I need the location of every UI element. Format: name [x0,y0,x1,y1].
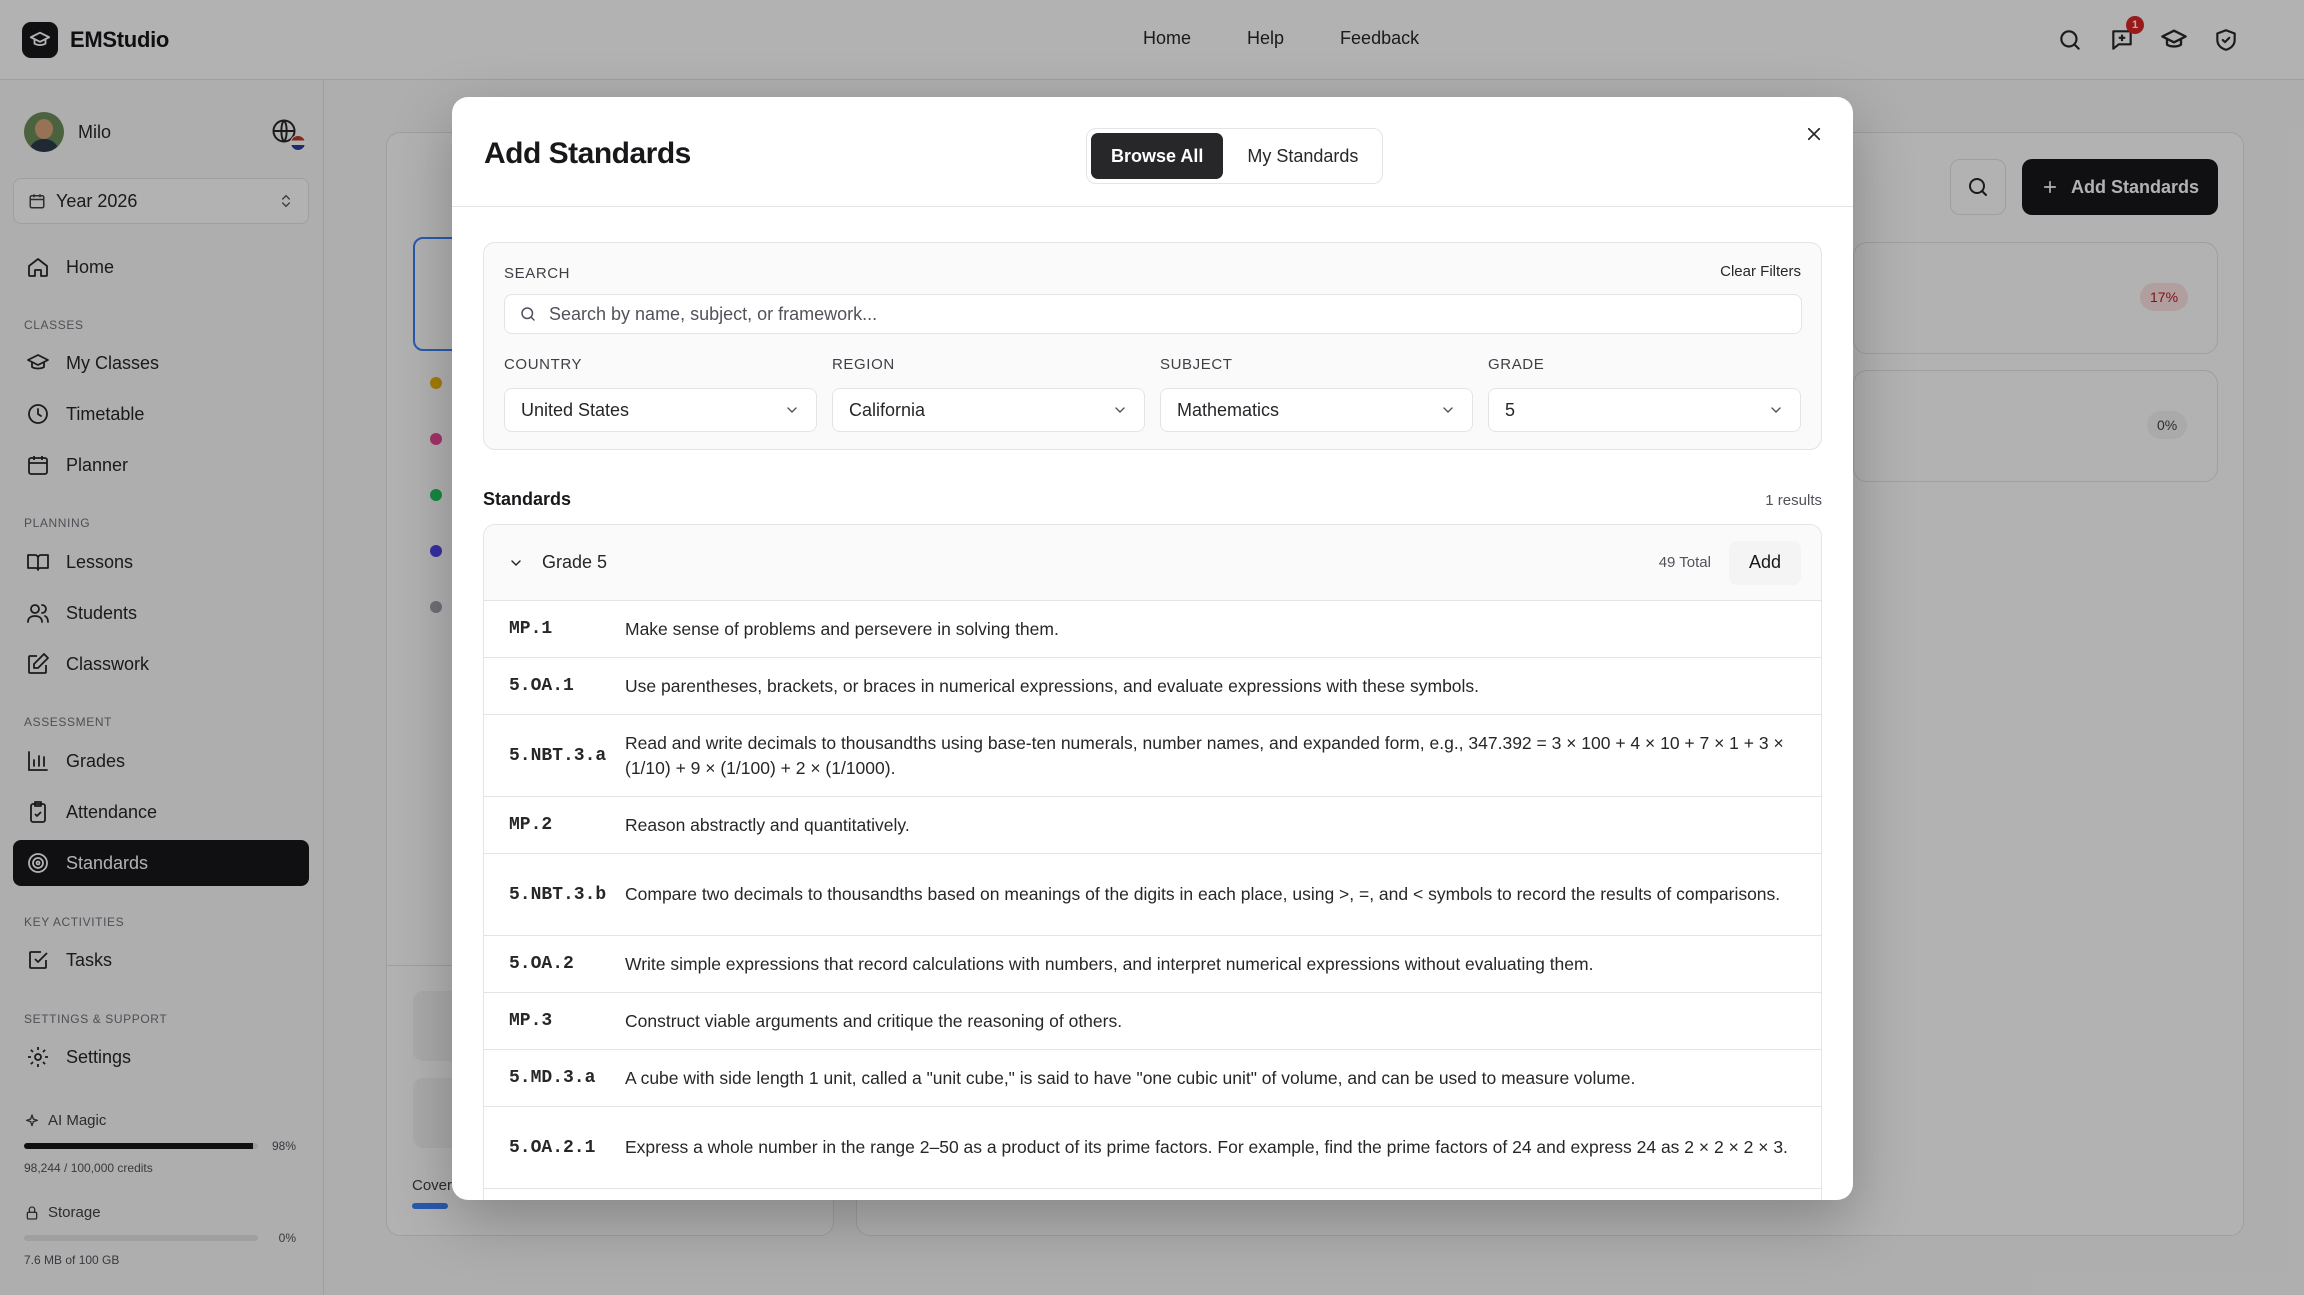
region-select-value: California [849,399,926,420]
grade-select-value: 5 [1505,399,1516,420]
standard-description: Compare two decimals to thousandths base… [625,884,1781,904]
standard-row[interactable]: MP.3 Construct viable arguments and crit… [484,993,1821,1050]
country-label: COUNTRY [504,356,583,373]
add-standards-modal: Add Standards Browse All My Standards SE… [452,97,1853,1200]
tab-my-standards[interactable]: My Standards [1227,133,1378,179]
standard-code: 5.NBT.3.a [509,745,607,766]
subject-select-value: Mathematics [1177,399,1280,420]
standard-row[interactable]: MP.1 Make sense of problems and persever… [484,601,1821,658]
standard-row[interactable]: 5.OA.2 Write simple expressions that rec… [484,936,1821,993]
standard-code: MP.1 [509,619,553,639]
standard-description: A cube with side length 1 unit, called a… [625,1067,1636,1088]
clear-filters-button[interactable]: Clear Filters [1720,263,1801,280]
standard-description: Read and write decimals to thousandths u… [625,732,1784,778]
standard-code: 5.OA.2 [509,954,574,974]
chevron-down-icon [1443,407,1453,413]
tab-browse-all[interactable]: Browse All [1091,133,1224,179]
chevron-down-icon [1115,407,1125,413]
standard-description: Reason abstractly and quantitatively. [625,814,910,835]
modal-header: Add Standards Browse All My Standards [452,97,1853,207]
chevron-down-icon [787,407,797,413]
country-select-value: United States [521,399,630,420]
grade-group-title: Grade 5 [542,552,608,572]
standard-code: 5.NBT.3.b [509,884,607,905]
standard-description: Use parentheses, brackets, or braces in … [625,675,1480,696]
chevron-down-icon[interactable] [508,555,524,571]
grade-group-total: 49 Total [1658,554,1711,571]
results-count: 1 results [1765,492,1822,509]
search-field[interactable] [504,294,1802,334]
region-select[interactable]: California [832,388,1145,432]
subject-select[interactable]: Mathematics [1160,388,1473,432]
standard-code: 5.OA.2.1 [509,1137,596,1158]
standard-description: Construct viable arguments and critique … [625,1010,1123,1031]
filter-panel: SEARCH Clear Filters COUNTRY REGION SUBJ… [483,242,1822,450]
standard-row[interactable]: 5.NBT.3.a Read and write decimals to tho… [484,715,1821,797]
search-icon [521,307,535,321]
standard-row[interactable]: 5.OA.1 Use parentheses, brackets, or bra… [484,658,1821,715]
close-icon[interactable] [1797,117,1831,151]
search-label: SEARCH [504,265,571,282]
add-group-button[interactable]: Add [1728,540,1801,585]
subject-label: SUBJECT [1160,356,1233,373]
standard-description: Make sense of problems and persevere in … [625,618,1059,639]
standard-row[interactable]: 5.OA.2.1 Express a whole number in the r… [484,1107,1821,1189]
standard-description: Write simple expressions that record cal… [625,953,1594,974]
grade-select[interactable]: 5 [1488,388,1801,432]
region-label: REGION [832,356,895,373]
standard-code: MP.3 [509,1011,553,1031]
standards-heading: Standards [483,489,572,509]
standard-description: Express a whole number in the range 2–50… [625,1137,1788,1157]
search-input[interactable] [549,303,1787,325]
standard-row[interactable]: MP.2 Reason abstractly and quantitativel… [484,797,1821,854]
chevron-down-icon [1771,407,1781,413]
modal-title: Add Standards [484,137,691,170]
country-select[interactable]: United States [504,388,817,432]
standard-code: 5.OA.1 [509,676,574,696]
view-toggle: Browse All My Standards [1086,128,1384,184]
standards-list: Grade 5 49 Total Add MP.1 Make sense of … [483,524,1822,1200]
standard-row[interactable]: 5.MD.3.a A cube with side length 1 unit,… [484,1050,1821,1107]
standard-row[interactable]: 5.NBT.3.b Compare two decimals to thousa… [484,854,1821,936]
grade-label: GRADE [1488,356,1545,373]
grade-group-header[interactable]: Grade 5 49 Total Add [484,525,1821,601]
standard-code: 5.MD.3.a [509,1068,596,1088]
standard-code: MP.2 [509,815,553,835]
